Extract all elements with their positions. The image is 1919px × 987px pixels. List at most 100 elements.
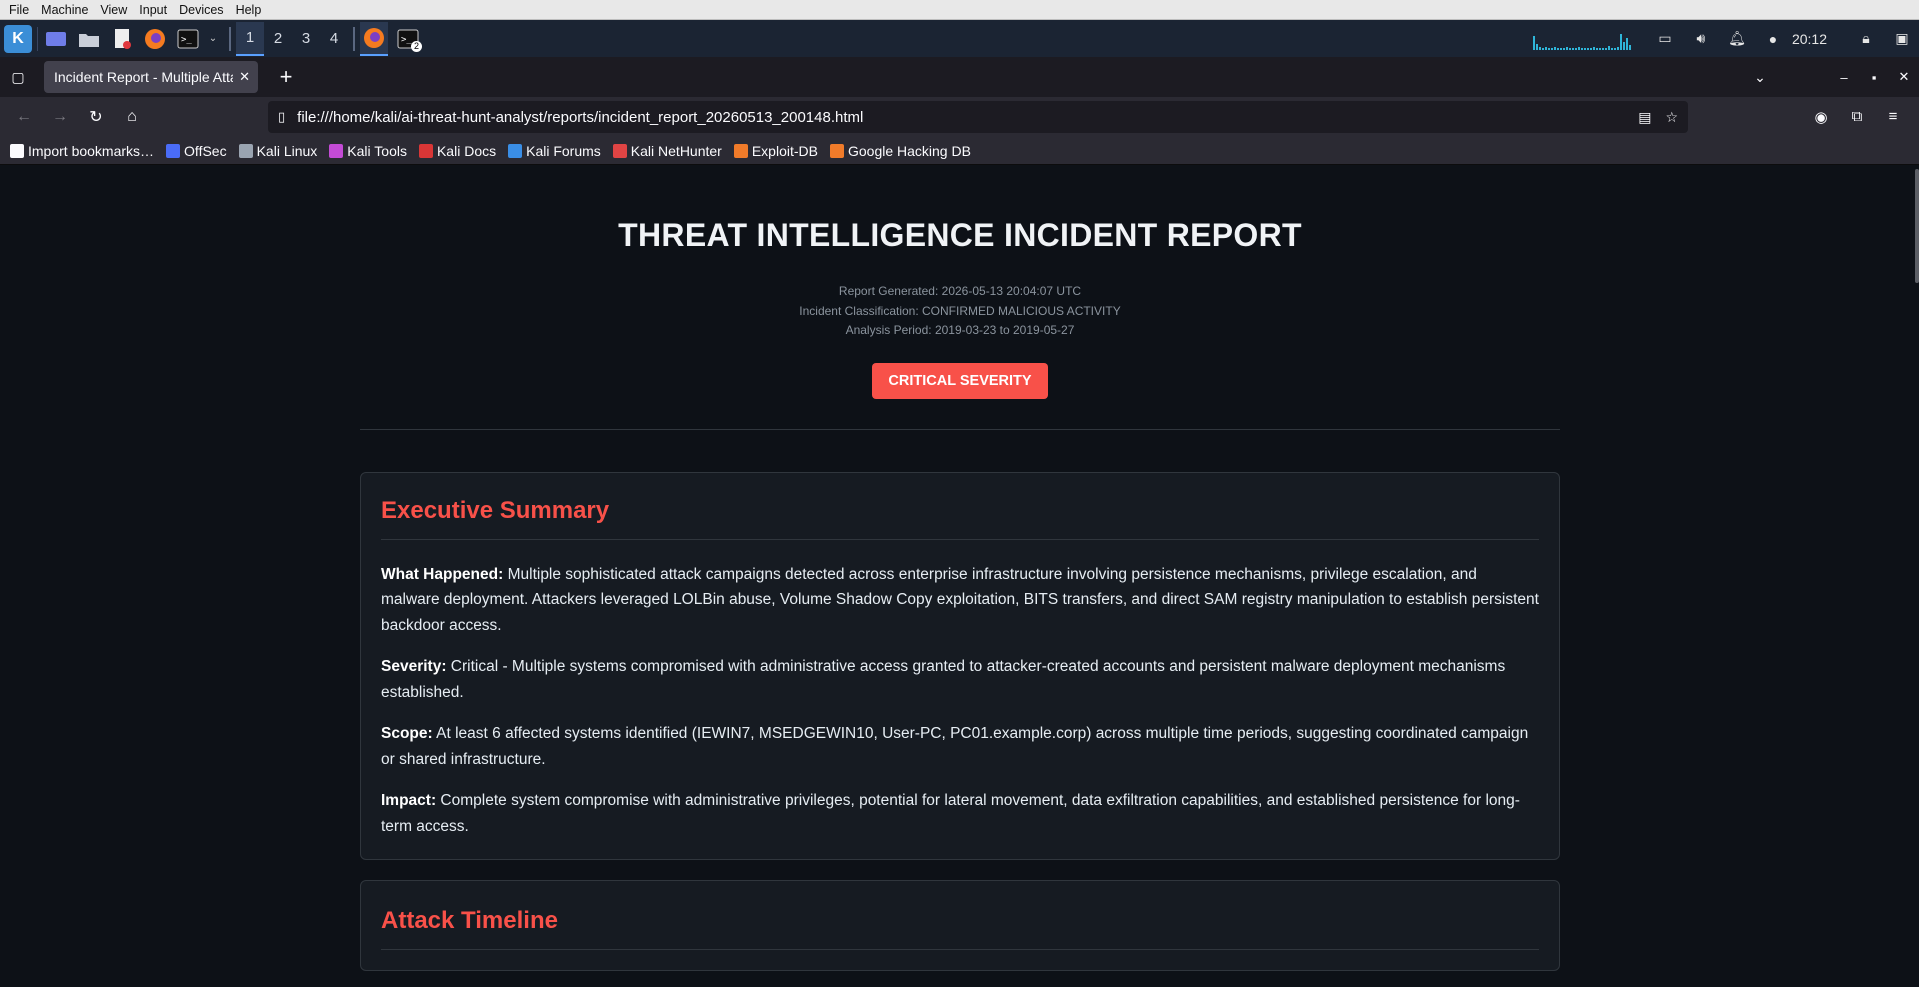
window-count-badge: 2 (411, 40, 422, 52)
workspace-3[interactable]: 3 (292, 22, 320, 56)
bookmark-label: Import bookmarks… (28, 142, 155, 159)
bookmark-item[interactable]: Kali Docs (418, 142, 497, 159)
vm-menu-devices[interactable]: Devices (179, 3, 223, 17)
firefox-view-icon: ▢ (11, 68, 25, 85)
bookmark-item[interactable]: Import bookmarks… (10, 143, 154, 159)
report-title: THREAT INTELLIGENCE INCIDENT REPORT (618, 217, 1302, 253)
section-heading: Executive Summary (381, 497, 1539, 540)
bookmark-label: Kali Docs (436, 142, 497, 159)
scope-text: At least 6 affected systems identified (… (381, 725, 1529, 768)
report-meta: Report Generated: 2026-05-13 20:04:07 UT… (360, 282, 1560, 341)
bookmark-item[interactable]: Kali NetHunter (612, 142, 722, 159)
taskbar-window-terminal[interactable]: >_ 2 (394, 22, 422, 56)
file-manager-button[interactable] (75, 25, 103, 53)
maximize-icon[interactable]: ▪ (1859, 70, 1889, 85)
analysis-period: Analysis Period: 2019-03-23 to 2019-05-2… (845, 323, 1075, 337)
vm-menu-input[interactable]: Input (139, 3, 167, 17)
vm-menu-help[interactable]: Help (236, 3, 262, 17)
workspace-2[interactable]: 2 (264, 22, 292, 56)
firefox-view-button[interactable]: ▢ (0, 69, 36, 86)
workspace-4[interactable]: 4 (320, 22, 348, 56)
desktop-button[interactable] (42, 25, 70, 53)
account-icon[interactable]: ◉ (1803, 108, 1839, 126)
app-menu-icon[interactable]: ≡ (1875, 108, 1911, 126)
url-bar[interactable]: ▯ file:///home/kali/ai-threat-hunt-analy… (268, 101, 1688, 133)
bookmark-item[interactable]: Exploit-DB (733, 142, 818, 159)
vm-menu-file[interactable]: File (9, 3, 29, 17)
kali-menu-button[interactable]: K (4, 24, 32, 53)
browser-tab-bar: ▢ Incident Report - Multiple Attack Camp… (0, 57, 1919, 97)
kali-forums-icon (508, 143, 523, 158)
display-icon[interactable]: ▭ (1654, 28, 1676, 50)
bookmark-label: Kali Forums (526, 142, 601, 159)
home-icon[interactable]: ⌂ (114, 108, 150, 126)
kali-docs-icon (418, 143, 433, 158)
close-window-icon[interactable]: ✕ (1889, 69, 1919, 85)
nethunter-icon (612, 143, 627, 158)
reader-view-icon[interactable]: ▤ (1638, 109, 1651, 126)
notification-bell-icon[interactable]: 🔔︎ (1726, 28, 1748, 50)
bookmark-item[interactable]: OffSec (166, 143, 227, 159)
volume-icon[interactable]: 🔊︎ (1690, 28, 1712, 50)
import-icon (10, 143, 24, 158)
exploitdb-icon (733, 143, 748, 158)
power-status-icon[interactable]: ● (1762, 28, 1784, 50)
bookmark-item[interactable]: Google Hacking DB (829, 142, 971, 159)
extensions-icon[interactable]: ⧉ (1839, 108, 1875, 126)
cpu-graph (1532, 28, 1632, 50)
kali-icon (238, 143, 253, 158)
report-container: THREAT INTELLIGENCE INCIDENT REPORT Repo… (360, 165, 1560, 971)
bookmark-star-icon[interactable]: ☆ (1665, 109, 1678, 126)
terminal-launcher-button[interactable]: >_ (174, 25, 202, 53)
vm-menu-view[interactable]: View (100, 3, 127, 17)
bookmark-item[interactable]: Kali Tools (329, 143, 407, 159)
impact-label: Impact: (381, 792, 437, 809)
what-happened-label: What Happened: (381, 565, 504, 583)
vm-menu-machine[interactable]: Machine (41, 3, 88, 17)
bookmark-item[interactable]: Kali Linux (238, 143, 317, 159)
offsec-icon (166, 143, 181, 158)
list-all-tabs-icon[interactable]: ⌄ (1745, 69, 1775, 86)
back-icon[interactable]: ← (6, 108, 42, 126)
forward-icon[interactable]: → (42, 108, 78, 126)
lock-icon[interactable]: 🔒︎ (1855, 28, 1877, 50)
tab-close-icon[interactable]: ✕ (239, 69, 250, 85)
scope-label: Scope: (381, 725, 433, 742)
taskbar-separator (229, 26, 231, 51)
network-icon[interactable]: ▣ (1891, 28, 1913, 50)
text-editor-button[interactable] (108, 25, 136, 53)
bookmark-label: Kali NetHunter (630, 142, 722, 159)
taskbar-window-firefox[interactable] (360, 21, 388, 56)
what-happened-paragraph: What Happened: Multiple sophisticated at… (381, 562, 1539, 639)
executive-summary-section: Executive Summary What Happened: Multipl… (360, 471, 1560, 860)
header-divider (360, 428, 1560, 430)
chevron-down-icon[interactable]: ⌄ (207, 25, 219, 53)
firefox-launcher-button[interactable] (141, 25, 169, 53)
scrollbar-thumb[interactable] (1915, 169, 1919, 283)
what-happened-text: Multiple sophisticated attack campaigns … (381, 565, 1539, 634)
impact-text: Complete system compromise with administ… (381, 792, 1520, 835)
report-header: THREAT INTELLIGENCE INCIDENT REPORT Repo… (360, 165, 1560, 399)
firefox-icon (145, 28, 165, 49)
svg-text:>_: >_ (181, 35, 192, 45)
incident-classification: Incident Classification: CONFIRMED MALIC… (799, 303, 1121, 318)
new-tab-button[interactable]: + (274, 64, 298, 90)
severity-badge: CRITICAL SEVERITY (872, 362, 1048, 399)
reload-icon[interactable]: ↻ (78, 107, 114, 127)
workspace-1[interactable]: 1 (236, 21, 264, 56)
impact-paragraph: Impact: Complete system compromise with … (381, 788, 1539, 839)
bookmarks-toolbar: Import bookmarks… OffSec Kali Linux Kali To… (0, 137, 1919, 165)
bookmark-label: Google Hacking DB (847, 142, 971, 159)
kali-dragon-icon: K (4, 24, 32, 53)
minimize-icon[interactable]: – (1829, 70, 1859, 85)
browser-tab-active[interactable]: Incident Report - Multiple Attack Campai… (44, 61, 258, 93)
bookmark-item[interactable]: Kali Forums (508, 143, 601, 159)
url-text[interactable]: file:///home/kali/ai-threat-hunt-analyst… (297, 109, 1624, 126)
clock[interactable]: 20:12 (1792, 31, 1827, 47)
page-info-icon[interactable]: ▯ (278, 109, 285, 125)
taskbar-separator (37, 26, 38, 51)
toolbar-right: ◉ ⧉ ≡ (1803, 108, 1911, 126)
attack-timeline-section: Attack Timeline (360, 880, 1560, 971)
report-generated: Report Generated: 2026-05-13 20:04:07 UT… (838, 284, 1082, 298)
bookmark-label: Exploit-DB (751, 142, 818, 159)
